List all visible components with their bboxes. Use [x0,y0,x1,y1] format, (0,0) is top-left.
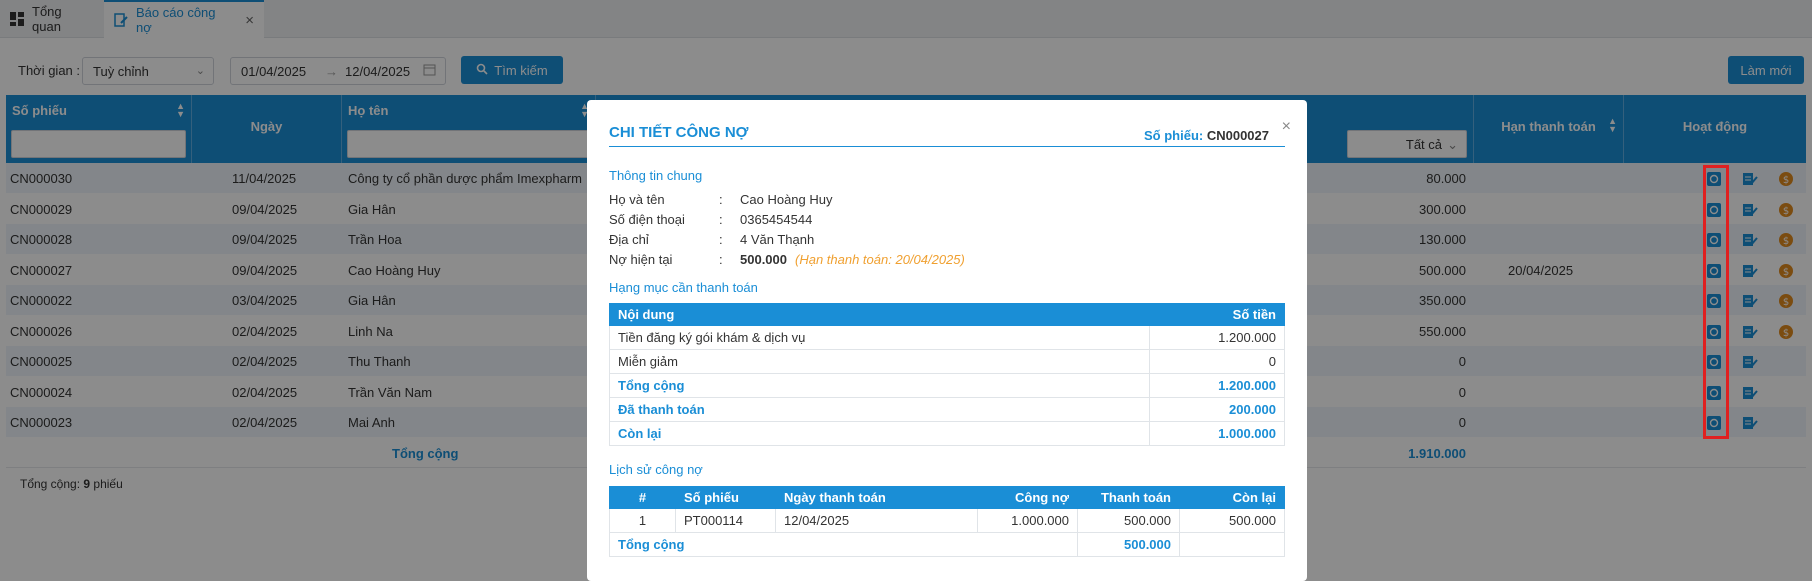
item-amount: 0 [1149,349,1285,374]
item-amount: 1.200.000 [1149,325,1285,350]
summary-label: Đã thanh toán [609,397,1150,422]
highlight-box [1703,165,1729,439]
summary-label: Còn lại [609,421,1150,446]
item-summary-row: Còn lại 1.000.000 [609,421,1285,446]
info-value-text: Cao Hoàng Huy [740,192,833,207]
voucher-label: Số phiếu: [1144,128,1204,143]
info-row: Nợ hiện tại: 500.000 (Hạn thanh toán: 20/0… [609,252,1209,270]
history-total-row: Tổng cộng 500.000 [609,532,1285,557]
item-content: Miễn giảm [609,349,1150,374]
item-row: Miễn giảm 0 [609,349,1285,374]
info-value-text: 500.000 [740,252,787,267]
info-row: Số điện thoại: 0365454544 [609,212,1209,230]
info-value: Cao Hoàng Huy [740,192,833,207]
info-colon: : [719,192,723,207]
history-num: PT000114 [675,508,776,533]
info-colon: : [719,252,723,267]
summary-label: Tổng cộng [609,373,1150,398]
item-summary-row: Tổng cộng 1.200.000 [609,373,1285,398]
history-header-idx: # [609,486,676,509]
item-row: Tiền đăng ký gói khám & dịch vụ 1.200.000 [609,325,1285,350]
close-icon[interactable]: × [1282,118,1291,136]
history-header-num: Số phiếu [675,486,776,509]
items-header-content: Nội dung [609,303,1150,326]
info-value: 500.000 (Hạn thanh toán: 20/04/2025) [740,252,965,267]
history-row: 1 PT000114 12/04/2025 1.000.000 500.000 500.0… [609,508,1285,533]
info-value: 0365454544 [740,212,812,227]
title-divider [609,146,1285,147]
history-total-label: Tổng cộng [609,532,1078,557]
summary-value: 1.200.000 [1149,373,1285,398]
info-row: Họ và tên: Cao Hoàng Huy [609,192,1209,210]
items-header-amount: Số tiền [1149,303,1285,326]
history-header-date: Ngày thanh toán [775,486,978,509]
info-value: 4 Văn Thạnh [740,232,814,247]
info-key: Địa chỉ [609,232,649,247]
modal-title: CHI TIẾT CÔNG NỢ [609,124,749,141]
summary-value: 200.000 [1149,397,1285,422]
history-date: 12/04/2025 [775,508,978,533]
info-key: Số điện thoại [609,212,685,227]
info-value-text: 4 Văn Thạnh [740,232,815,247]
history-total-empty [1179,532,1285,557]
item-content: Tiền đăng ký gói khám & dịch vụ [609,325,1150,350]
summary-value: 1.000.000 [1149,421,1285,446]
section-general: Thông tin chung [609,168,703,183]
history-paid: 500.000 [1077,508,1180,533]
history-header-debt: Công nợ [977,486,1078,509]
info-key: Họ và tên [609,192,665,207]
history-debt: 1.000.000 [977,508,1078,533]
history-table: # Số phiếu Ngày thanh toán Công nợ Thanh… [609,486,1285,557]
info-colon: : [719,232,723,247]
info-key: Nợ hiện tại [609,252,673,267]
history-header-remain: Còn lại [1179,486,1285,509]
history-total-value: 500.000 [1077,532,1180,557]
info-note: (Hạn thanh toán: 20/04/2025) [795,252,965,267]
section-items: Hạng mục cần thanh toán [609,280,758,295]
voucher-value: CN000027 [1206,128,1269,143]
history-idx: 1 [609,508,676,533]
section-history: Lịch sử công nợ [609,462,703,477]
modal-voucher-number: Số phiếu: CN000027 [1144,128,1269,143]
history-remain: 500.000 [1179,508,1285,533]
item-summary-row: Đã thanh toán 200.000 [609,397,1285,422]
history-header-paid: Thanh toán [1077,486,1180,509]
info-value-text: 0365454544 [740,212,813,227]
info-colon: : [719,212,723,227]
info-row: Địa chỉ: 4 Văn Thạnh [609,232,1209,250]
debt-detail-modal: CHI TIẾT CÔNG NỢ Số phiếu: CN000027 × Th… [587,100,1307,581]
items-table: Nội dung Số tiền Tiền đăng ký gói khám &… [609,303,1285,446]
